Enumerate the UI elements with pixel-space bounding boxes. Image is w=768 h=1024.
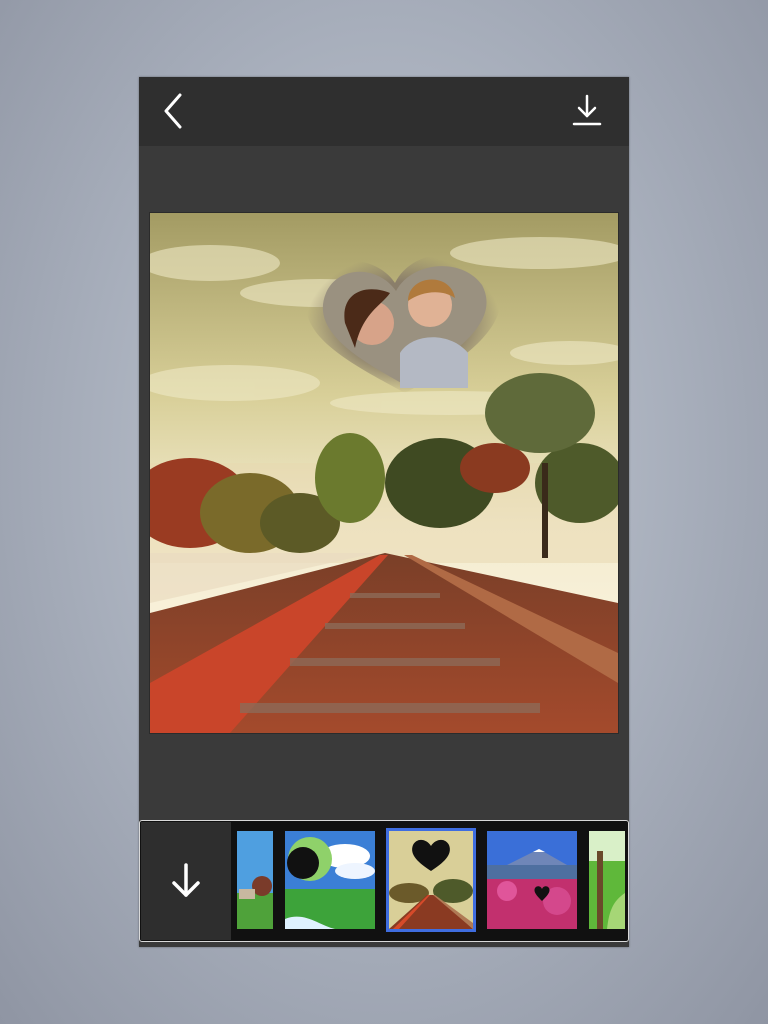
back-button[interactable]	[153, 91, 193, 131]
app-window	[139, 77, 629, 947]
edited-photo[interactable]	[150, 213, 618, 733]
thumbnail-railway-heart-frame[interactable]	[386, 828, 476, 932]
frame-strip	[139, 820, 629, 942]
strip-download-button[interactable]	[141, 822, 231, 940]
download-icon	[572, 94, 602, 126]
thumbnail-meadow-house-frame[interactable]	[237, 831, 273, 929]
chevron-left-icon	[164, 93, 182, 129]
save-download-button[interactable]	[567, 91, 607, 131]
thumbnail-green-field-sky-frame[interactable]	[285, 831, 375, 929]
top-bar	[139, 77, 629, 146]
arrow-down-icon	[172, 863, 200, 897]
thumbnail-green-forest-frame[interactable]	[589, 831, 625, 929]
thumbnail-mountain-flowers-frame[interactable]	[487, 831, 577, 929]
